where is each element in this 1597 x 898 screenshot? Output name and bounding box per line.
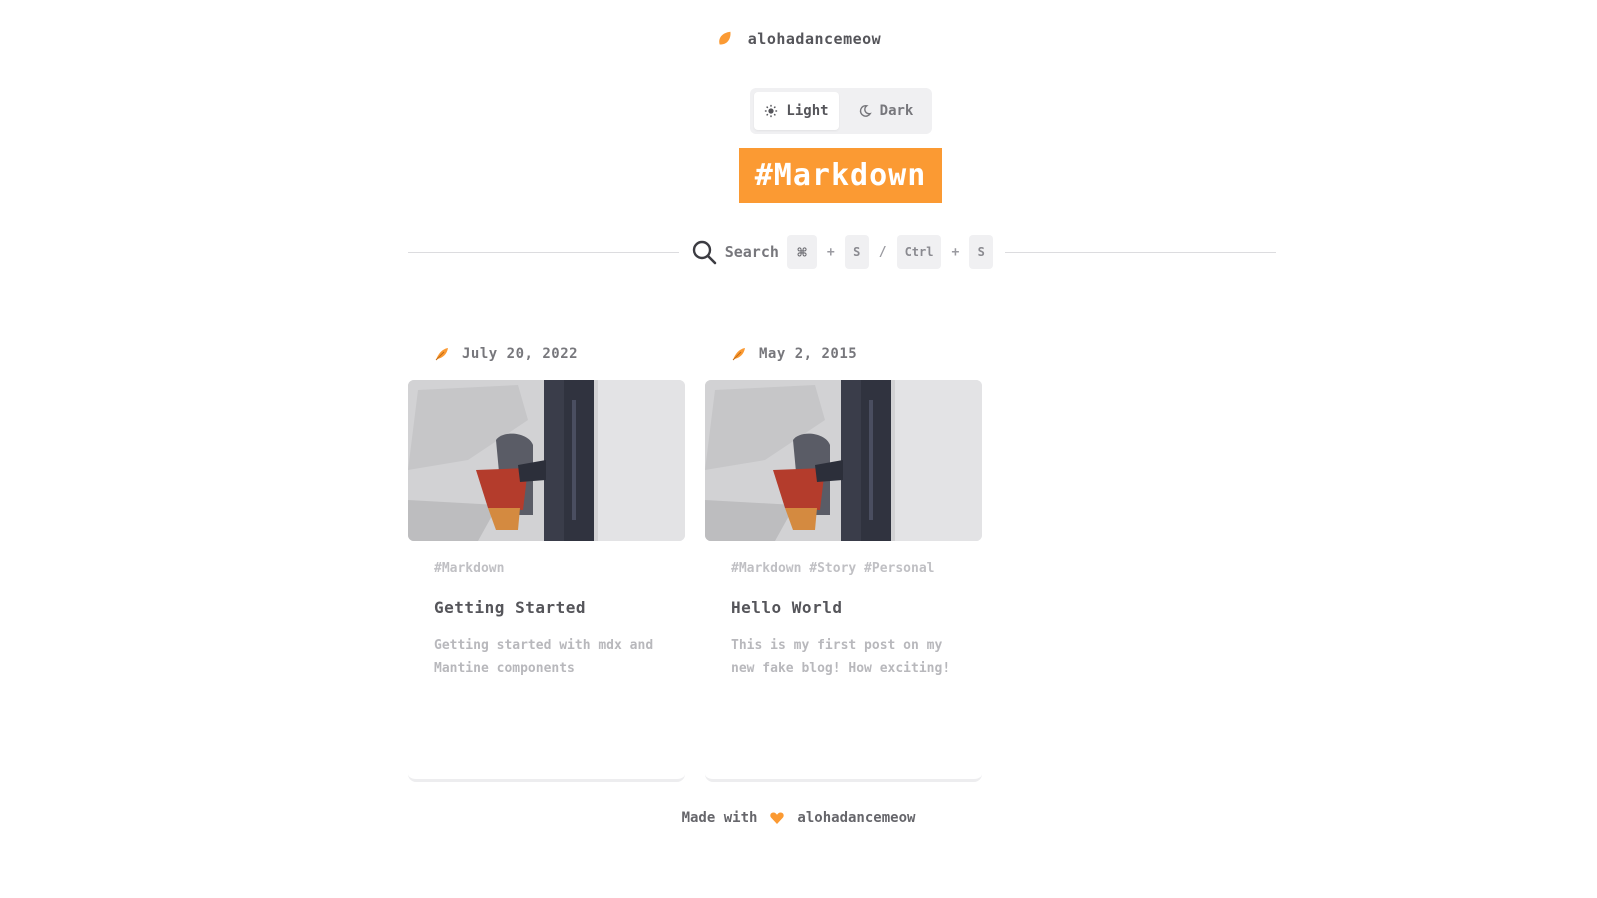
card-bottom-border (408, 774, 685, 782)
dark-theme-label: Dark (879, 103, 914, 119)
search-label: Search (724, 243, 779, 261)
post-date-text: July 20, 2022 (462, 346, 579, 362)
post-tags[interactable]: #Markdown #Story #Personal (731, 561, 935, 576)
post-card[interactable]: July 20, 2022 #Markdown Getting Started … (408, 340, 685, 782)
post-tags[interactable]: #Markdown (434, 561, 504, 576)
plus-sign: + (951, 244, 960, 260)
tag-banner: #Markdown (739, 148, 942, 203)
sun-icon (765, 104, 778, 118)
light-theme-label: Light (786, 103, 829, 119)
footer-author-link[interactable]: alohadancemeow (797, 810, 915, 826)
brand[interactable]: alohadancemeow (0, 30, 1597, 48)
search-button[interactable]: Search ⌘ + S / Ctrl + S (679, 235, 1006, 269)
theme-toggle[interactable]: Light Dark (750, 88, 932, 134)
leaf-logo-icon (718, 31, 731, 45)
post-date-text: May 2, 2015 (759, 346, 858, 362)
post-cover-image[interactable] (408, 380, 685, 541)
divider-right (1005, 251, 1277, 253)
shortcut-separator: / (878, 244, 887, 260)
footer-prefix: Made with (681, 810, 758, 826)
light-theme-button[interactable]: Light (754, 92, 839, 130)
search-row: Search ⌘ + S / Ctrl + S (408, 234, 1277, 270)
shortcut-key-win: S (969, 235, 994, 269)
heart-icon (770, 812, 785, 824)
post-card[interactable]: May 2, 2015 #Markdown #Story #Personal H… (705, 340, 982, 782)
dark-theme-button[interactable]: Dark (843, 92, 928, 130)
shortcut-key-mac: S (844, 235, 869, 269)
post-date: July 20, 2022 (434, 346, 578, 362)
post-title[interactable]: Hello World (731, 598, 842, 617)
post-date: May 2, 2015 (731, 346, 857, 362)
moon-icon (859, 105, 872, 117)
brand-name: alohadancemeow (747, 30, 882, 48)
card-bottom-border (705, 774, 982, 782)
plus-sign: + (826, 244, 835, 260)
command-key-icon: ⌘ (786, 235, 817, 269)
post-title[interactable]: Getting Started (434, 598, 586, 617)
divider-left (408, 251, 679, 253)
post-description: Getting started with mdx and Mantine com… (434, 638, 654, 676)
post-cover-image[interactable] (705, 380, 982, 541)
search-icon (692, 240, 717, 265)
post-description: This is my first post on my new fake blo… (731, 638, 951, 676)
cover-illustration (408, 380, 685, 541)
footer: Made with alohadancemeow (0, 810, 1597, 826)
cover-illustration (705, 380, 982, 541)
ctrl-key: Ctrl (896, 235, 942, 269)
feather-icon (732, 348, 745, 361)
feather-icon (435, 348, 448, 361)
page: alohadancemeow Light Dark #Markdown Sear… (0, 0, 1597, 898)
